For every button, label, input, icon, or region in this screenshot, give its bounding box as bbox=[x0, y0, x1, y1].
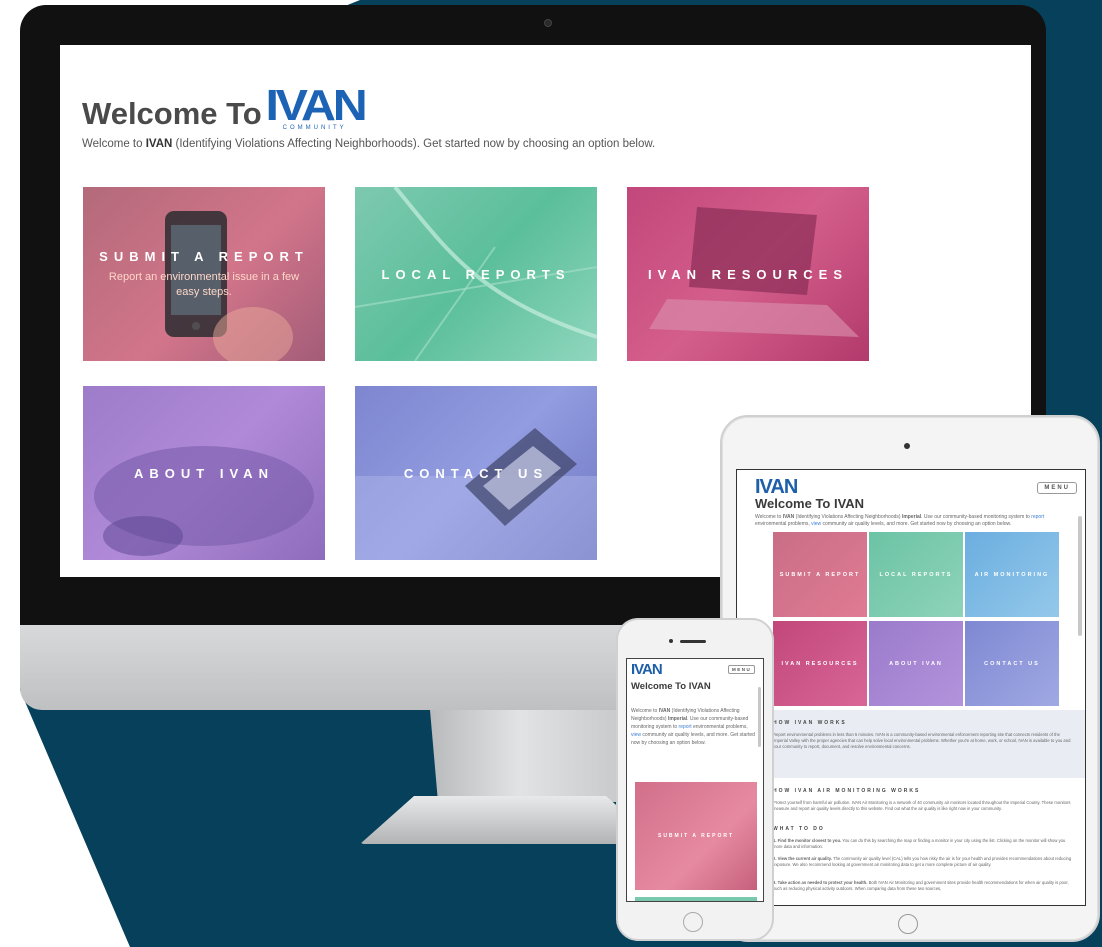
camera-icon bbox=[669, 639, 673, 643]
imac-stand bbox=[430, 710, 630, 802]
intro-part: community air quality levels, and more. … bbox=[631, 732, 755, 746]
tile-ivan-resources[interactable]: IVAN RESOURCES bbox=[627, 187, 869, 361]
page-title: Welcome To IVAN COMMUNITY bbox=[82, 84, 367, 132]
step-one: 1. Find the monitor closest to you. You … bbox=[773, 838, 1073, 850]
view-link[interactable]: view bbox=[631, 732, 641, 738]
ivan-logo[interactable]: IVAN COMMUNITY bbox=[265, 84, 367, 132]
step-title: 2. View the current air quality. bbox=[773, 856, 832, 861]
logo-wordmark: IVAN bbox=[265, 81, 367, 130]
tablet-screen: IVAN MENU Welcome To IVAN Welcome to IVA… bbox=[736, 469, 1086, 906]
intro-part: community air quality levels, and more. … bbox=[821, 521, 1012, 527]
tile-submit-report[interactable]: SUBMIT A REPORT bbox=[773, 532, 867, 617]
tile-label: IVAN RESOURCES bbox=[647, 266, 849, 282]
section-text: Report environmental problems in less th… bbox=[773, 732, 1071, 749]
scrollbar[interactable] bbox=[1078, 516, 1082, 636]
intro-prefix: Welcome to bbox=[82, 138, 146, 150]
page-title-text: Welcome To bbox=[82, 96, 262, 131]
tile-label: ABOUT IVAN bbox=[134, 465, 274, 481]
section-text: Protect yourself from harmful air pollut… bbox=[773, 800, 1071, 811]
page-title: Welcome To IVAN bbox=[755, 496, 865, 511]
intro-rest: (Identifying Violations Affecting Neighb… bbox=[172, 138, 656, 150]
scrollbar[interactable] bbox=[758, 687, 761, 747]
tile-submit-report[interactable]: SUBMIT A REPORT Report an environmental … bbox=[83, 187, 325, 361]
intro-part: environmental problems, bbox=[755, 521, 812, 527]
report-link[interactable]: report bbox=[1031, 514, 1044, 520]
phone-screen: IVAN MENU Welcome To IVAN Welcome to IVA… bbox=[626, 658, 764, 902]
intro-bold: Imperial bbox=[901, 514, 922, 520]
tile-ivan-resources[interactable]: IVAN RESOURCES bbox=[773, 621, 867, 706]
tile-subtitle: Report an environmental issue in a few e… bbox=[108, 270, 300, 298]
tile-label: LOCAL REPORTS bbox=[879, 571, 953, 578]
report-link[interactable]: report bbox=[679, 724, 692, 730]
intro-part: Welcome to bbox=[755, 514, 783, 520]
step-three: 3. Take action as needed to protect your… bbox=[773, 880, 1073, 892]
tile-contact-us[interactable]: CONTACT US bbox=[355, 386, 597, 560]
intro-part: (Identifying Violations Affecting Neighb… bbox=[794, 514, 902, 520]
tile-local-reports[interactable]: LOCAL REPORTS bbox=[869, 532, 963, 617]
step-title: 3. Take action as needed to protect your… bbox=[773, 880, 868, 885]
speaker-icon bbox=[680, 640, 706, 643]
tile-label: IVAN RESOURCES bbox=[781, 660, 859, 667]
tile-label: SUBMIT A REPORT bbox=[779, 571, 861, 578]
intro-part: environmental problems, bbox=[691, 724, 748, 730]
intro-bold: IVAN bbox=[145, 138, 173, 150]
intro-bold: IVAN bbox=[658, 708, 671, 714]
view-link[interactable]: view bbox=[811, 521, 821, 527]
intro-part: Welcome to bbox=[631, 708, 659, 714]
tile-label: ABOUT IVAN bbox=[889, 660, 943, 667]
step-two: 2. View the current air quality. The com… bbox=[773, 856, 1073, 868]
ivan-logo[interactable]: IVAN bbox=[631, 661, 663, 678]
tile-about-ivan[interactable]: ABOUT IVAN bbox=[869, 621, 963, 706]
tile-about-ivan[interactable]: ABOUT IVAN bbox=[83, 386, 325, 560]
intro-text: Welcome to IVAN (Identifying Violations … bbox=[82, 138, 655, 150]
tile-label: CONTACT US bbox=[403, 465, 549, 481]
step-title: 1. Find the monitor closest to you. bbox=[773, 838, 842, 843]
tile-label: AIR MONITORING bbox=[974, 571, 1050, 578]
intro-text: Welcome to IVAN (Identifying Violations … bbox=[631, 707, 757, 747]
tile-contact-us[interactable]: CONTACT US bbox=[965, 621, 1059, 706]
tile-submit-report[interactable]: SUBMIT A REPORT bbox=[635, 782, 757, 890]
tile-label: CONTACT US bbox=[984, 660, 1040, 667]
tile-label: LOCAL REPORTS bbox=[381, 266, 571, 282]
intro-part: . Use our community-based monitoring sys… bbox=[921, 514, 1032, 520]
page-title: Welcome To IVAN bbox=[631, 681, 711, 692]
camera-icon bbox=[904, 443, 910, 449]
tile-local-reports[interactable]: LOCAL REPORTS bbox=[355, 187, 597, 361]
tile-label: SUBMIT A REPORT bbox=[657, 833, 735, 839]
home-button[interactable] bbox=[898, 914, 918, 934]
section-heading: HOW IVAN WORKS bbox=[773, 720, 847, 726]
menu-button[interactable]: MENU bbox=[728, 665, 756, 674]
tile-local-reports[interactable] bbox=[635, 897, 757, 901]
tablet-device: IVAN MENU Welcome To IVAN Welcome to IVA… bbox=[720, 415, 1100, 942]
menu-button[interactable]: MENU bbox=[1037, 482, 1077, 494]
intro-text: Welcome to IVAN (Identifying Violations … bbox=[755, 514, 1075, 528]
mockup-stage: Welcome To IVAN COMMUNITY Welcome to IVA… bbox=[0, 0, 1102, 947]
intro-bold: IVAN bbox=[782, 514, 795, 520]
tile-label: SUBMIT A REPORT bbox=[99, 248, 309, 264]
section-heading: WHAT TO DO bbox=[773, 826, 825, 832]
intro-bold: Imperial bbox=[667, 716, 688, 722]
tile-air-monitoring[interactable]: AIR MONITORING bbox=[965, 532, 1059, 617]
section-heading: HOW IVAN AIR MONITORING WORKS bbox=[773, 788, 921, 794]
phone-device: IVAN MENU Welcome To IVAN Welcome to IVA… bbox=[616, 618, 774, 941]
camera-icon bbox=[544, 19, 552, 27]
home-button[interactable] bbox=[683, 912, 703, 932]
